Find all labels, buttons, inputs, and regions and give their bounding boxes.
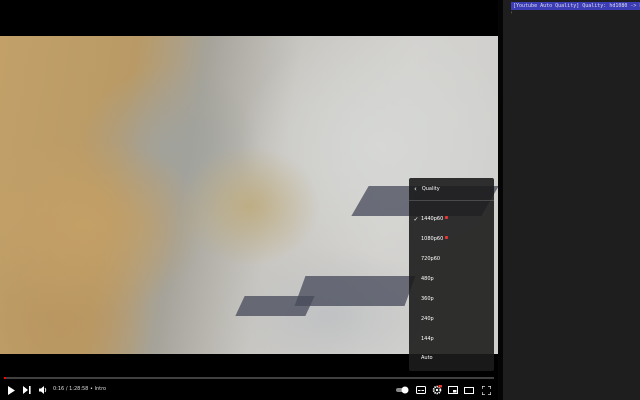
quality-option-720p60[interactable]: 720p60 xyxy=(409,252,494,266)
miniplayer-button[interactable] xyxy=(446,380,460,400)
fullscreen-icon xyxy=(482,386,491,395)
time-display[interactable]: 0:16 / 1:28:58 • Intro xyxy=(53,386,106,392)
settings-button[interactable] xyxy=(430,380,444,400)
video-player[interactable]: ‹ Quality ✓ 1440p60 1080p60 720p60 480p … xyxy=(0,0,498,400)
quality-menu-title: Quality xyxy=(422,186,440,192)
hd-badge-icon xyxy=(445,216,448,219)
quality-option-1440p60[interactable]: ✓ 1440p60 xyxy=(409,212,494,226)
rock-shadow xyxy=(295,276,416,306)
miniplayer-icon xyxy=(448,386,458,394)
fullscreen-button[interactable] xyxy=(479,380,493,400)
hd-badge-icon xyxy=(445,236,448,239)
quality-option-360p[interactable]: 360p xyxy=(409,292,494,306)
theater-button[interactable] xyxy=(462,380,476,400)
progress-fill xyxy=(4,377,6,379)
subtitles-icon xyxy=(416,386,426,394)
volume-icon xyxy=(39,386,48,394)
console-prompt[interactable]: › xyxy=(510,10,513,16)
next-button[interactable] xyxy=(20,380,34,400)
quality-option-240p[interactable]: 240p xyxy=(409,312,494,326)
quality-option-480p[interactable]: 480p xyxy=(409,272,494,286)
autoplay-toggle-icon xyxy=(396,386,410,394)
subtitles-button[interactable] xyxy=(414,380,428,400)
control-bar: 0:16 / 1:28:58 • Intro xyxy=(0,380,498,400)
play-icon xyxy=(7,386,15,395)
back-chevron-icon[interactable]: ‹ xyxy=(414,185,417,193)
autoplay-toggle[interactable] xyxy=(395,380,411,400)
check-icon: ✓ xyxy=(409,216,421,223)
play-button[interactable] xyxy=(4,380,18,400)
console-panel: [Youtube Auto Quality] Quality: hd1080 -… xyxy=(503,0,640,400)
theater-icon xyxy=(464,387,474,394)
quality-option-auto[interactable]: Auto xyxy=(409,351,494,365)
rock-shadow xyxy=(235,296,314,316)
quality-option-1080p60[interactable]: 1080p60 xyxy=(409,232,494,246)
quality-menu-header[interactable]: ‹ Quality xyxy=(409,178,494,201)
quality-menu: ‹ Quality ✓ 1440p60 1080p60 720p60 480p … xyxy=(409,178,494,371)
progress-bar[interactable] xyxy=(4,377,494,379)
volume-button[interactable] xyxy=(36,380,50,400)
console-log-line: [Youtube Auto Quality] Quality: hd1080 -… xyxy=(511,2,640,10)
settings-icon xyxy=(432,385,442,395)
quality-option-144p[interactable]: 144p xyxy=(409,332,494,346)
next-icon xyxy=(23,386,31,394)
